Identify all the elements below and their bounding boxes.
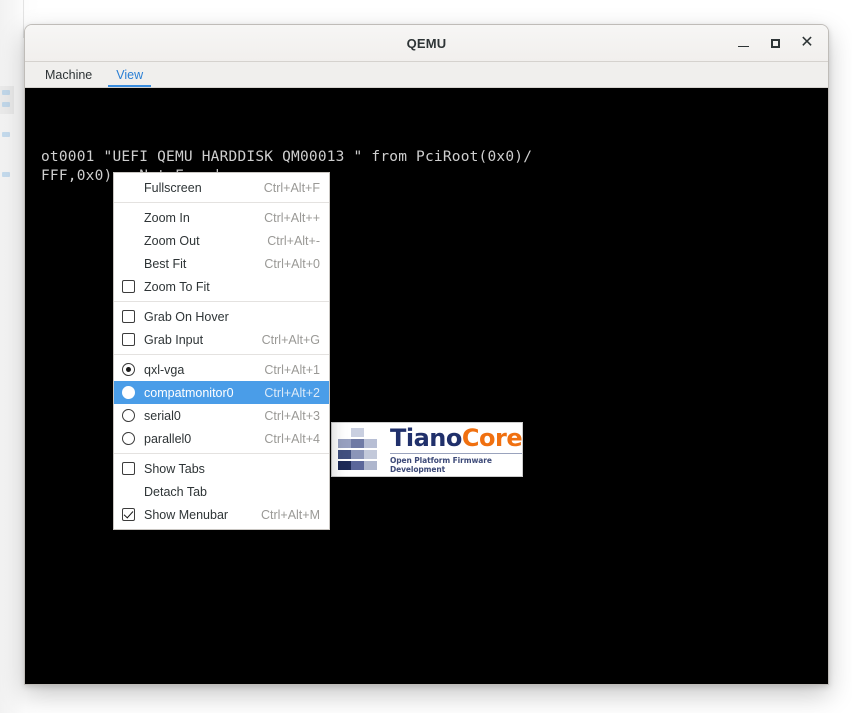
menu-item-qxl-vga[interactable]: qxl-vga Ctrl+Alt+1 <box>114 358 329 381</box>
menu-item-label: Show Menubar <box>144 507 229 522</box>
menu-item-show-tabs[interactable]: Show Tabs <box>114 457 329 480</box>
background-item-1 <box>2 90 10 95</box>
logo-word-tiano: Tiano <box>390 423 462 452</box>
vm-display[interactable]: ot0001 "UEFI QEMU HARDDISK QM00013 " fro… <box>25 88 828 684</box>
menu-bar: Machine View <box>25 62 828 88</box>
background-item-4 <box>2 172 10 177</box>
menu-item-label: Show Tabs <box>144 461 205 476</box>
menu-item-label: Fullscreen <box>144 180 202 195</box>
background-item-3 <box>2 132 10 137</box>
menu-item-label: Grab On Hover <box>144 309 229 324</box>
menu-separator <box>114 301 329 302</box>
menu-item-label: parallel0 <box>144 431 192 446</box>
minimize-button[interactable] <box>728 29 758 57</box>
menu-item-shortcut: Ctrl+Alt+F <box>263 180 320 195</box>
menu-item-fullscreen[interactable]: Fullscreen Ctrl+Alt+F <box>114 176 329 199</box>
background-item-2 <box>2 102 10 107</box>
menu-item-show-menubar[interactable]: Show Menubar Ctrl+Alt+M <box>114 503 329 526</box>
menu-item-shortcut: Ctrl+Alt+G <box>261 332 320 347</box>
menu-item-shortcut: Ctrl+Alt+- <box>267 233 320 248</box>
menu-separator <box>114 354 329 355</box>
menu-item-label: serial0 <box>144 408 181 423</box>
tianocore-logo: TianoCore Open Platform Firmware Develop… <box>331 422 523 477</box>
menu-separator <box>114 202 329 203</box>
menu-separator <box>114 453 329 454</box>
menu-item-shortcut: Ctrl+Alt+3 <box>264 408 320 423</box>
menubar-item-view[interactable]: View <box>104 62 155 87</box>
radio-unselected-icon <box>122 432 135 445</box>
logo-tagline: Open Platform Firmware Development <box>390 452 523 474</box>
menu-item-parallel0[interactable]: parallel0 Ctrl+Alt+4 <box>114 427 329 450</box>
menu-item-label: Detach Tab <box>144 484 208 499</box>
menu-item-label: Zoom Out <box>144 233 200 248</box>
menu-item-label: Zoom To Fit <box>144 279 210 294</box>
checkbox-unchecked-icon <box>122 462 135 475</box>
radio-unselected-icon <box>122 409 135 422</box>
radio-selected-icon <box>122 363 135 376</box>
tianocore-grid-icon <box>338 427 384 472</box>
maximize-button[interactable] <box>760 29 790 57</box>
menubar-item-machine[interactable]: Machine <box>33 62 104 87</box>
menubar-item-label: View <box>116 67 144 82</box>
menu-item-label: Grab Input <box>144 332 204 347</box>
menu-item-zoom-out[interactable]: Zoom Out Ctrl+Alt+- <box>114 229 329 252</box>
minimize-icon <box>737 46 749 47</box>
checkbox-unchecked-icon <box>122 333 135 346</box>
qemu-window: QEMU ✕ Machine View ot0001 "UEFI QEMU HAR… <box>24 24 829 685</box>
maximize-icon <box>770 38 780 48</box>
menu-item-zoom-to-fit[interactable]: Zoom To Fit <box>114 275 329 298</box>
checkbox-unchecked-icon <box>122 310 135 323</box>
menubar-item-label: Machine <box>45 67 93 82</box>
close-button[interactable]: ✕ <box>792 29 822 57</box>
menu-item-shortcut: Ctrl+Alt+M <box>260 507 320 522</box>
menu-item-shortcut: Ctrl+Alt++ <box>264 210 320 225</box>
menu-item-shortcut: Ctrl+Alt+2 <box>264 385 320 400</box>
menu-item-shortcut: Ctrl+Alt+1 <box>264 362 320 377</box>
menu-item-compatmonitor0[interactable]: compatmonitor0 Ctrl+Alt+2 <box>114 381 329 404</box>
menu-item-grab-input[interactable]: Grab Input Ctrl+Alt+G <box>114 328 329 351</box>
menu-item-serial0[interactable]: serial0 Ctrl+Alt+3 <box>114 404 329 427</box>
menu-item-grab-on-hover[interactable]: Grab On Hover <box>114 305 329 328</box>
window-title: QEMU <box>406 35 447 51</box>
logo-word-core: Core <box>461 423 523 452</box>
title-bar[interactable]: QEMU ✕ <box>25 25 828 62</box>
tianocore-wordmark: TianoCore Open Platform Firmware Develop… <box>390 423 523 474</box>
menu-item-label: qxl-vga <box>144 362 185 377</box>
radio-unselected-icon <box>122 386 135 399</box>
menu-item-label: compatmonitor0 <box>144 385 234 400</box>
window-controls: ✕ <box>728 25 822 61</box>
menu-item-label: Zoom In <box>144 210 190 225</box>
view-dropdown-menu: Fullscreen Ctrl+Alt+F Zoom In Ctrl+Alt++ Zoo… <box>113 172 330 530</box>
menu-item-best-fit[interactable]: Best Fit Ctrl+Alt+0 <box>114 252 329 275</box>
menu-item-shortcut: Ctrl+Alt+4 <box>264 431 320 446</box>
menu-item-detach-tab[interactable]: Detach Tab <box>114 480 329 503</box>
checkbox-checked-icon <box>122 508 135 521</box>
menu-item-shortcut: Ctrl+Alt+0 <box>264 256 320 271</box>
menu-item-zoom-in[interactable]: Zoom In Ctrl+Alt++ <box>114 206 329 229</box>
close-icon: ✕ <box>800 34 814 51</box>
menu-item-label: Best Fit <box>144 256 187 271</box>
checkbox-unchecked-icon <box>122 280 135 293</box>
